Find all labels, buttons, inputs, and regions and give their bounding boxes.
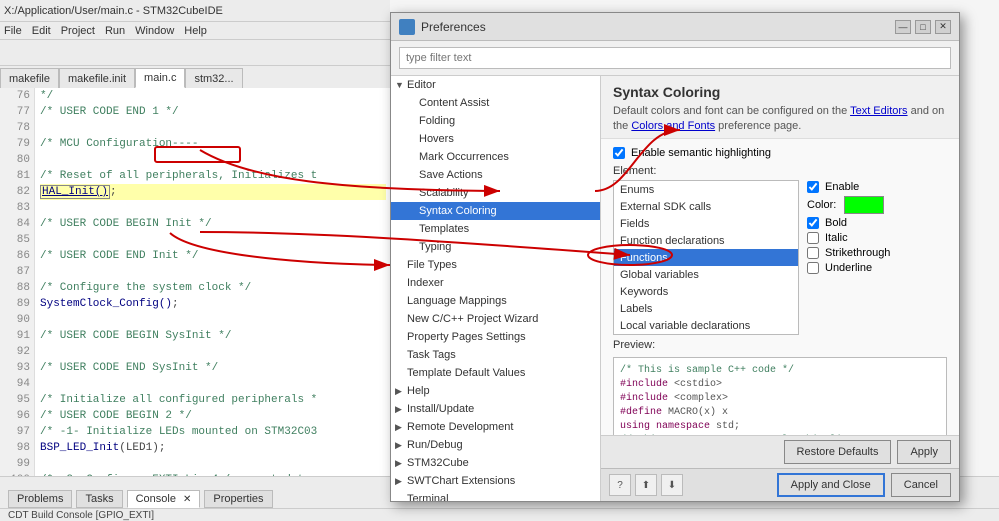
text-editors-link[interactable]: Text Editors (850, 105, 907, 117)
bold-label: Bold (825, 217, 847, 229)
tree-item-new-cpp-wizard[interactable]: New C/C++ Project Wizard (391, 310, 600, 328)
tree-item-stm32cube[interactable]: ▶ STM32Cube (391, 454, 600, 472)
element-global-vars[interactable]: Global variables (614, 266, 798, 283)
bold-checkbox[interactable] (807, 217, 819, 229)
close-button[interactable]: ✕ (935, 20, 951, 34)
enable-checkbox[interactable] (807, 181, 819, 193)
footer-row1: Restore Defaults Apply (601, 435, 959, 468)
semantic-highlighting-checkbox[interactable] (613, 147, 625, 159)
tree-item-install-update[interactable]: ▶ Install/Update (391, 400, 600, 418)
tree-item-templates[interactable]: Templates (391, 220, 600, 238)
tree-item-save-actions[interactable]: Save Actions (391, 166, 600, 184)
content-header: Syntax Coloring Default colors and font … (601, 76, 959, 139)
italic-checkbox[interactable] (807, 232, 819, 244)
content-description: Default colors and font can be configure… (613, 104, 947, 134)
tree-item-editor[interactable]: ▼ Editor (391, 76, 600, 94)
tree-item-language-mappings[interactable]: Language Mappings (391, 292, 600, 310)
filter-input[interactable] (399, 47, 951, 69)
element-functions[interactable]: Functions (614, 249, 798, 266)
element-labels[interactable]: Labels (614, 300, 798, 317)
element-section: Element: Enums External SDK calls Fields… (613, 165, 947, 435)
export-icon-btn[interactable]: ⬆ (635, 474, 657, 496)
strikethrough-row: Strikethrough (807, 247, 947, 259)
dialog-title-text: Preferences (421, 20, 486, 34)
tree-item-terminal[interactable]: Terminal (391, 490, 600, 501)
apply-button[interactable]: Apply (897, 440, 951, 464)
tree-item-mark-occurrences[interactable]: Mark Occurrences (391, 148, 600, 166)
element-keywords[interactable]: Keywords (614, 283, 798, 300)
filter-section (391, 41, 959, 76)
tree-item-typing[interactable]: Typing (391, 238, 600, 256)
dialog-main: ▼ Editor Content Assist Folding Hovers (391, 76, 959, 501)
tree-panel[interactable]: ▼ Editor Content Assist Folding Hovers (391, 76, 601, 501)
content-panel: Syntax Coloring Default colors and font … (601, 76, 959, 501)
tree-item-indexer[interactable]: Indexer (391, 274, 600, 292)
element-fields[interactable]: Fields (614, 215, 798, 232)
dialog-overlay: Preferences — □ ✕ ▼ Editor (0, 0, 999, 521)
colors-fonts-link[interactable]: Colors and Fonts (631, 120, 715, 132)
import-icon-btn[interactable]: ⬇ (661, 474, 683, 496)
tree-item-hovers[interactable]: Hovers (391, 130, 600, 148)
restore-button[interactable]: □ (915, 20, 931, 34)
italic-row: Italic (807, 232, 947, 244)
strikethrough-label: Strikethrough (825, 247, 890, 259)
dialog-controls[interactable]: — □ ✕ (895, 20, 951, 34)
footer-right-buttons: Apply and Close Cancel (777, 473, 951, 497)
bold-row: Bold (807, 217, 947, 229)
color-label: Color: (807, 199, 836, 211)
content-body: Enable semantic highlighting Element: En… (601, 139, 959, 435)
tree-item-task-tags[interactable]: Task Tags (391, 346, 600, 364)
element-local-var-decl[interactable]: Local variable declarations (614, 317, 798, 334)
tree-item-remote-dev[interactable]: ▶ Remote Development (391, 418, 600, 436)
enable-row: Enable (807, 181, 947, 193)
italic-label: Italic (825, 232, 848, 244)
underline-row: Underline (807, 262, 947, 274)
enable-label: Enable (825, 181, 859, 193)
element-function-decl[interactable]: Function declarations (614, 232, 798, 249)
expand-editor-icon: ▼ (395, 80, 407, 90)
color-row: Color: (807, 196, 947, 214)
tree-item-file-types[interactable]: File Types (391, 256, 600, 274)
restore-defaults-button[interactable]: Restore Defaults (784, 440, 892, 464)
color-swatch[interactable] (844, 196, 884, 214)
preview-section: /* This is sample C++ code */ #include <… (613, 357, 947, 435)
element-list[interactable]: Enums External SDK calls Fields Function… (613, 180, 799, 335)
element-external-sdk[interactable]: External SDK calls (614, 198, 798, 215)
help-icon-btn[interactable]: ? (609, 474, 631, 496)
tree-item-property-pages[interactable]: Property Pages Settings (391, 328, 600, 346)
tree-item-run-debug[interactable]: ▶ Run/Debug (391, 436, 600, 454)
footer-row2: ? ⬆ ⬇ Apply and Close Cancel (601, 468, 959, 501)
preferences-dialog: Preferences — □ ✕ ▼ Editor (390, 12, 960, 502)
tree-item-template-defaults[interactable]: Template Default Values (391, 364, 600, 382)
underline-label: Underline (825, 262, 872, 274)
footer-left-icons: ? ⬆ ⬇ (609, 474, 683, 496)
dialog-titlebar: Preferences — □ ✕ (391, 13, 959, 41)
content-title: Syntax Coloring (613, 84, 947, 100)
apply-and-close-button[interactable]: Apply and Close (777, 473, 885, 497)
element-label: Element: (613, 165, 799, 177)
tree-item-syntax-coloring[interactable]: Syntax Coloring (391, 202, 600, 220)
tree-item-content-assist[interactable]: Content Assist (391, 94, 600, 112)
dialog-title-icon (399, 19, 415, 35)
underline-checkbox[interactable] (807, 262, 819, 274)
element-enums[interactable]: Enums (614, 181, 798, 198)
semantic-highlighting-row: Enable semantic highlighting (613, 147, 947, 159)
tree-item-help[interactable]: ▶ Help (391, 382, 600, 400)
minimize-button[interactable]: — (895, 20, 911, 34)
cancel-button[interactable]: Cancel (891, 473, 951, 497)
tree-item-scalability[interactable]: Scalability (391, 184, 600, 202)
strikethrough-checkbox[interactable] (807, 247, 819, 259)
dialog-title: Preferences (399, 19, 486, 35)
dialog-body: ▼ Editor Content Assist Folding Hovers (391, 41, 959, 501)
tree-item-swtchart[interactable]: ▶ SWTChart Extensions (391, 472, 600, 490)
preview-label: Preview: (613, 339, 947, 351)
semantic-highlighting-label: Enable semantic highlighting (631, 147, 771, 159)
tree-item-folding[interactable]: Folding (391, 112, 600, 130)
